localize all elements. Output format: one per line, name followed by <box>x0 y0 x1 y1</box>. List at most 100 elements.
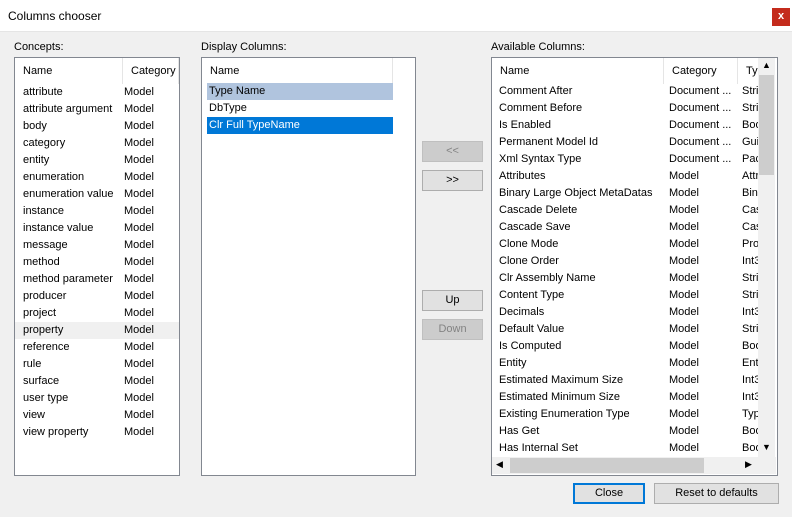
remove-column-button[interactable]: << <box>422 141 483 162</box>
reset-to-defaults-button[interactable]: Reset to defaults <box>654 483 779 504</box>
concepts-label: Concepts: <box>14 41 64 53</box>
list-item[interactable]: category Model <box>15 135 179 152</box>
list-item[interactable]: user type Model <box>15 390 179 407</box>
cell-name: Default Value <box>499 323 565 335</box>
list-item[interactable]: Has Internal Set Model Boo <box>492 440 758 457</box>
list-item[interactable]: view property Model <box>15 424 179 441</box>
cell-category: Document ... <box>669 102 732 114</box>
list-item[interactable]: instance value Model <box>15 220 179 237</box>
cell-type: Int3 <box>742 391 758 403</box>
list-item[interactable]: project Model <box>15 305 179 322</box>
cell-category: Model <box>669 238 699 250</box>
list-item[interactable]: message Model <box>15 237 179 254</box>
move-up-button[interactable]: Up <box>422 290 483 311</box>
cell-name: method <box>23 256 60 268</box>
list-item[interactable]: Estimated Minimum Size Model Int3 <box>492 389 758 406</box>
cell-category: Model <box>124 171 154 183</box>
list-item[interactable]: Comment After Document ... Strin <box>492 83 758 100</box>
horizontal-scrollbar[interactable]: ◀ ▶ <box>492 457 758 474</box>
cell-type: Cas <box>742 221 758 233</box>
list-item[interactable]: Is Enabled Document ... Boo <box>492 117 758 134</box>
cell-name: instance value <box>23 222 94 234</box>
cell-name: method parameter <box>23 273 113 285</box>
cell-type: Strin <box>742 289 758 301</box>
list-item[interactable]: enumeration value Model <box>15 186 179 203</box>
column-header-name[interactable]: Name <box>202 58 393 84</box>
list-item[interactable]: Decimals Model Int3 <box>492 304 758 321</box>
cell-category: Document ... <box>669 136 732 148</box>
cell-category: Model <box>124 409 154 421</box>
list-item[interactable]: Default Value Model Strin <box>492 321 758 338</box>
cell-type: Bina <box>742 187 758 199</box>
list-item[interactable]: surface Model <box>15 373 179 390</box>
column-header-category[interactable]: Category <box>664 58 738 84</box>
close-button[interactable]: Close <box>573 483 645 504</box>
cell-category: Model <box>124 120 154 132</box>
cell-type: Gui <box>742 136 758 148</box>
list-item[interactable]: Clone Order Model Int3 <box>492 253 758 270</box>
column-header-category[interactable]: Category <box>123 58 179 84</box>
list-item[interactable]: Cascade Delete Model Cas <box>492 202 758 219</box>
list-item[interactable]: Permanent Model Id Document ... Gui <box>492 134 758 151</box>
display-columns-list[interactable]: Name Type Name DbType Clr Full TypeName <box>201 57 416 476</box>
cell-name: Attributes <box>499 170 546 182</box>
list-item[interactable]: Clr Assembly Name Model Strin <box>492 270 758 287</box>
close-window-button[interactable]: x <box>772 8 790 26</box>
list-item[interactable]: entity Model <box>15 152 179 169</box>
list-item[interactable]: method Model <box>15 254 179 271</box>
list-item[interactable]: Has Get Model Boo <box>492 423 758 440</box>
cell-category: Model <box>669 408 699 420</box>
list-item[interactable]: Is Computed Model Boo <box>492 338 758 355</box>
list-item[interactable]: enumeration Model <box>15 169 179 186</box>
scroll-right-arrow-icon[interactable]: ▶ <box>745 459 752 470</box>
add-column-button[interactable]: >> <box>422 170 483 191</box>
list-item[interactable]: method parameter Model <box>15 271 179 288</box>
column-header-name[interactable]: Name <box>492 58 664 84</box>
list-item[interactable]: reference Model <box>15 339 179 356</box>
list-item[interactable]: Existing Enumeration Type Model Typ <box>492 406 758 423</box>
list-item[interactable]: DbType <box>207 100 393 117</box>
list-item[interactable]: Attributes Model Attr <box>492 168 758 185</box>
cell-category: Document ... <box>669 153 732 165</box>
scrollbar-corner <box>758 457 776 474</box>
concepts-list[interactable]: Name Category attribute Model attribute ar… <box>14 57 180 476</box>
scroll-up-arrow-icon[interactable]: ▲ <box>762 60 771 70</box>
list-item[interactable]: Clone Mode Model Pro <box>492 236 758 253</box>
list-item[interactable]: Cascade Save Model Cas <box>492 219 758 236</box>
cell-type: Int3 <box>742 374 758 386</box>
scroll-left-arrow-icon[interactable]: ◀ <box>496 459 503 470</box>
cell-category: Model <box>124 86 154 98</box>
scroll-down-arrow-icon[interactable]: ▼ <box>762 442 771 452</box>
list-item[interactable]: rule Model <box>15 356 179 373</box>
cell-type: Boo <box>742 442 758 454</box>
cell-name: entity <box>23 154 50 166</box>
vertical-scroll-thumb[interactable] <box>759 75 774 175</box>
cell-name: Comment Before <box>499 102 583 114</box>
list-item[interactable]: attribute Model <box>15 84 179 101</box>
list-item[interactable]: property Model <box>15 322 179 339</box>
list-item[interactable]: view Model <box>15 407 179 424</box>
cell-name: project <box>23 307 57 319</box>
move-down-button[interactable]: Down <box>422 319 483 340</box>
list-item[interactable]: Xml Syntax Type Document ... Pac <box>492 151 758 168</box>
list-item[interactable]: Estimated Maximum Size Model Int3 <box>492 372 758 389</box>
vertical-scrollbar[interactable]: ▲ ▼ <box>758 58 775 457</box>
cell-category: Model <box>124 341 154 353</box>
cell-category: Model <box>124 426 154 438</box>
list-item[interactable]: Binary Large Object MetaDatas Model Bina <box>492 185 758 202</box>
list-item[interactable]: Type Name <box>207 83 393 100</box>
list-item[interactable]: Clr Full TypeName <box>207 117 393 134</box>
list-item[interactable]: body Model <box>15 118 179 135</box>
column-header-name[interactable]: Name <box>15 58 123 84</box>
list-item[interactable]: producer Model <box>15 288 179 305</box>
available-columns-list[interactable]: Name Category Typ Comment After Document … <box>491 57 778 476</box>
list-item[interactable]: Entity Model Ent <box>492 355 758 372</box>
list-item[interactable]: attribute argument Model <box>15 101 179 118</box>
cell-name: property <box>23 324 64 336</box>
list-item[interactable]: Comment Before Document ... Strin <box>492 100 758 117</box>
horizontal-scroll-thumb[interactable] <box>510 458 704 473</box>
list-item[interactable]: Content Type Model Strin <box>492 287 758 304</box>
cell-name: Content Type <box>499 289 565 301</box>
list-item[interactable]: instance Model <box>15 203 179 220</box>
cell-name: Cascade Save <box>499 221 571 233</box>
